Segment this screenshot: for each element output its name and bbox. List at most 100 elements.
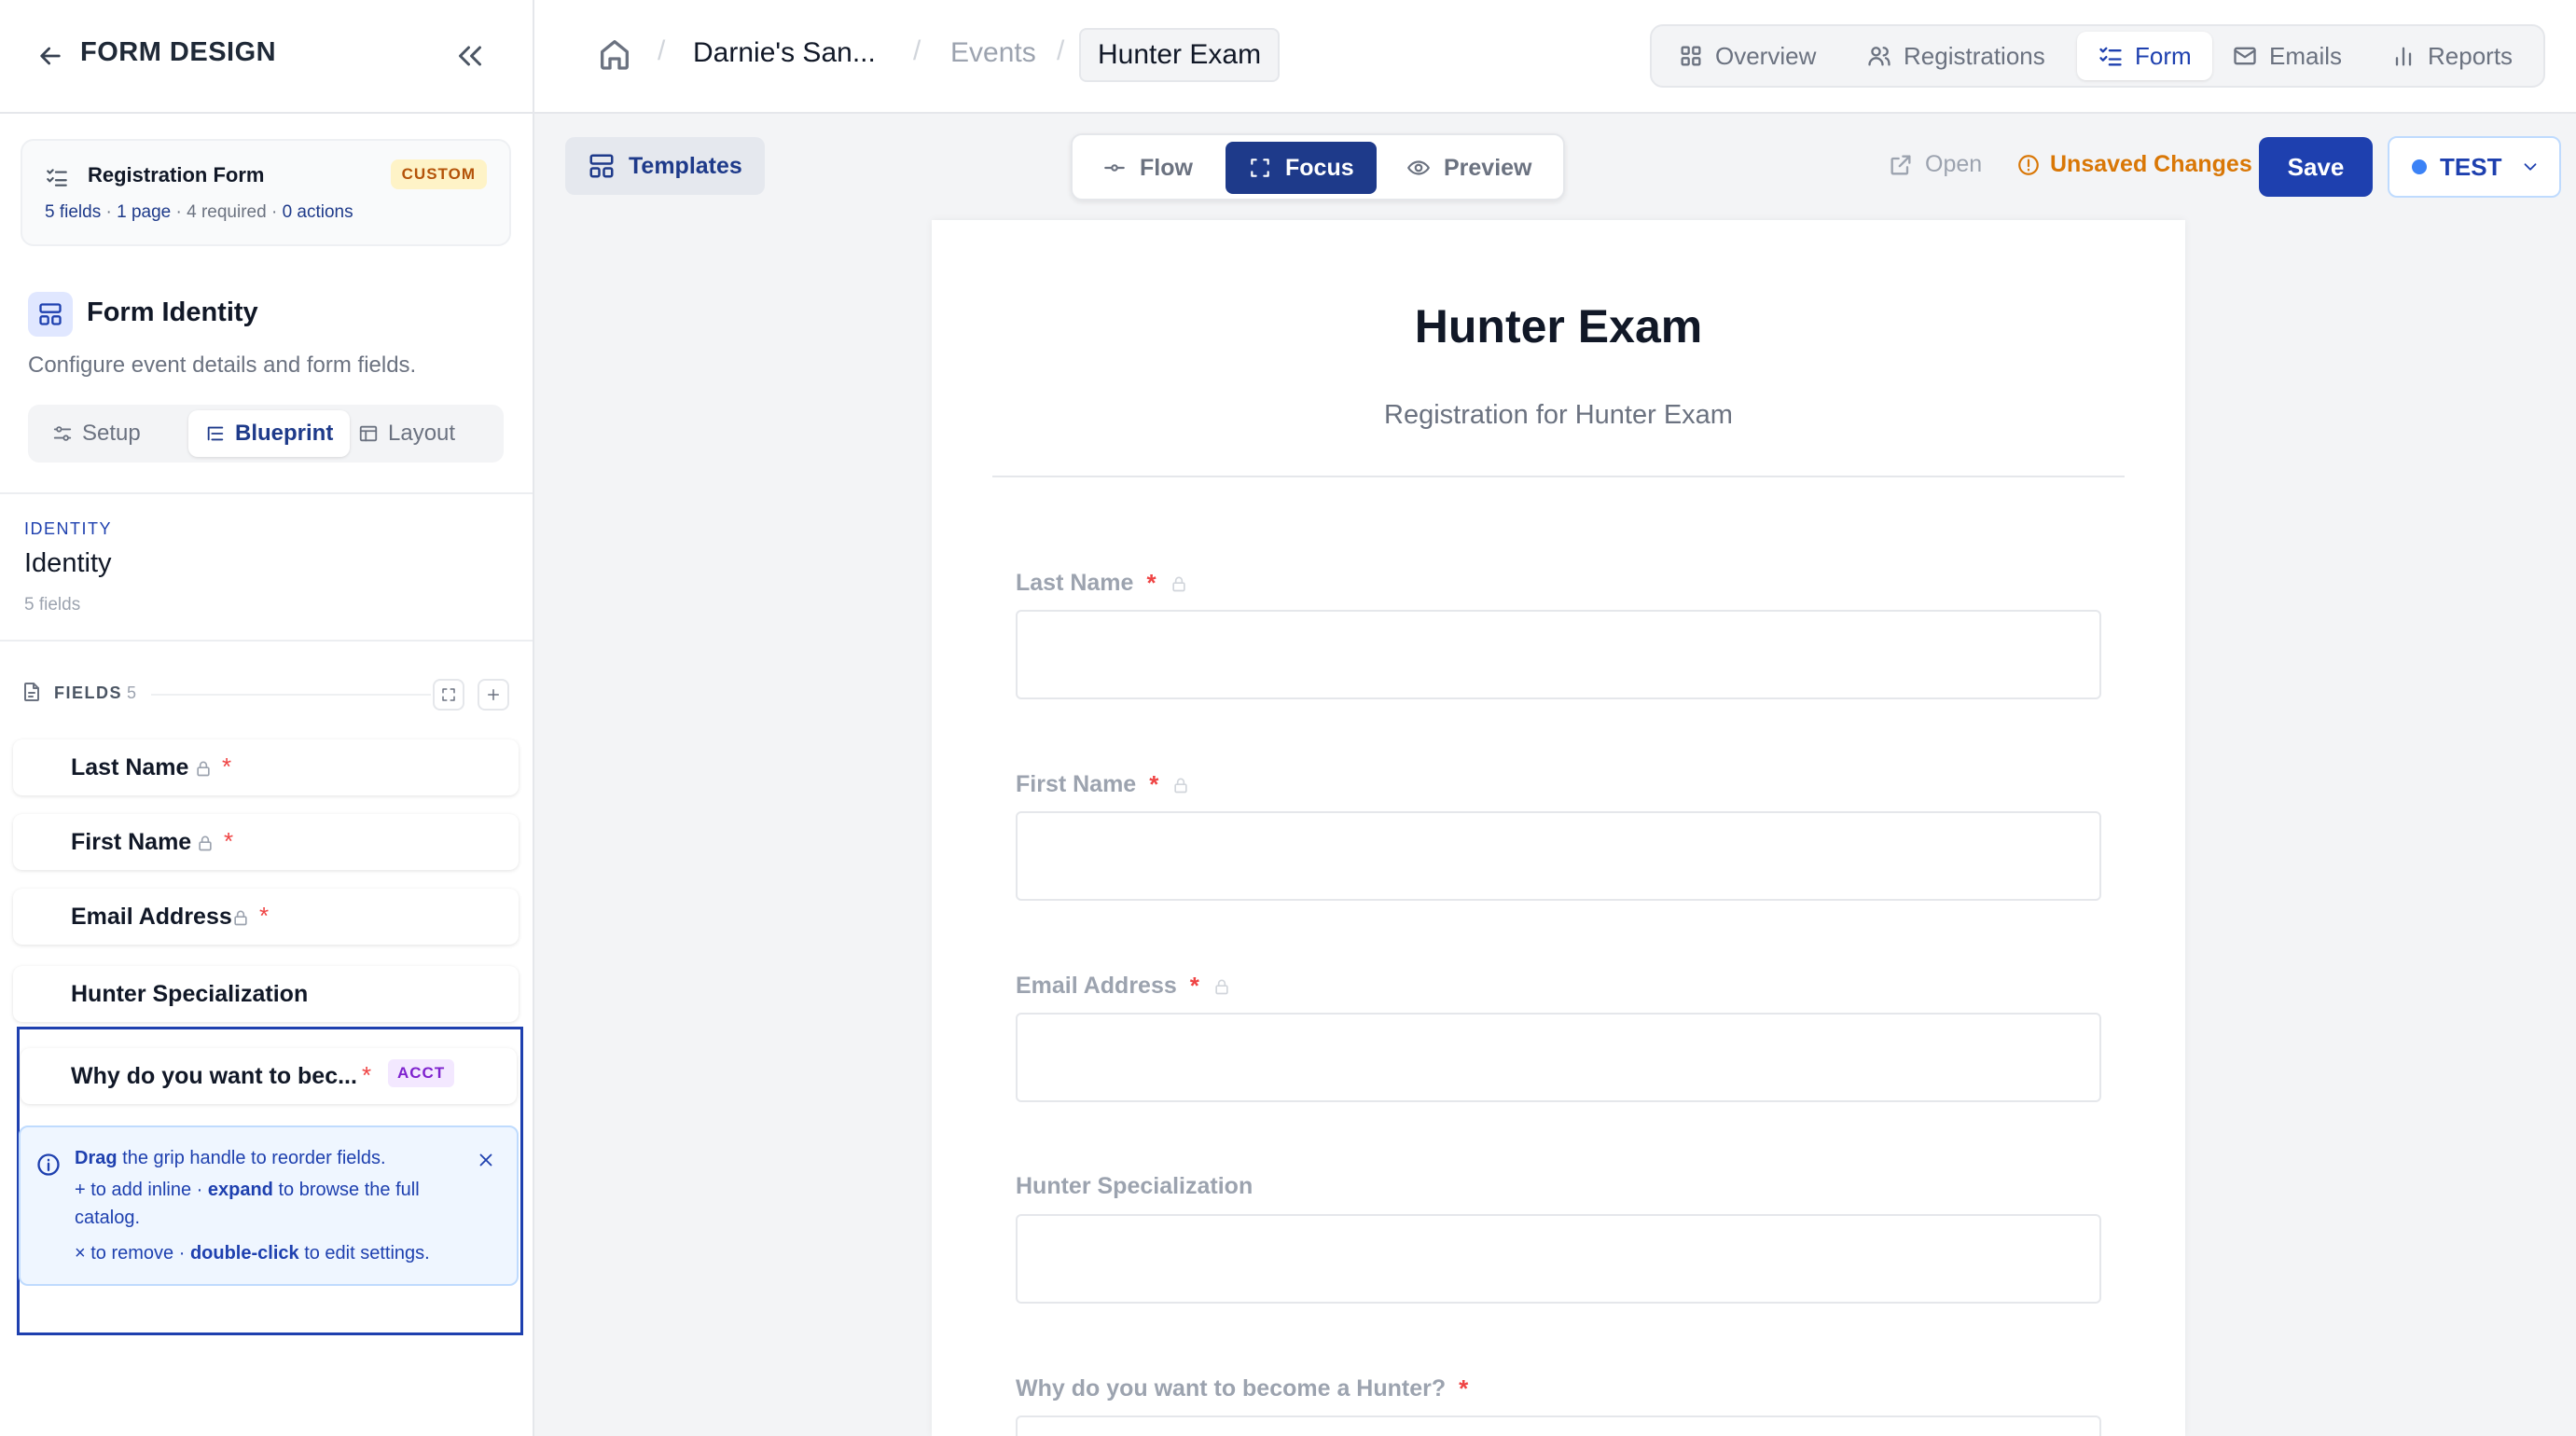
question-label-email: Email Address * — [1016, 972, 1231, 1001]
field-item-label: Last Name — [71, 754, 189, 780]
unsaved-label: Unsaved Changes — [2050, 151, 2252, 177]
fields-count-badge: 5 — [127, 683, 137, 702]
tab-blueprint-label: Blueprint — [235, 421, 334, 446]
environment-dropdown[interactable]: TEST — [2388, 136, 2561, 198]
tip-text: to edit settings. — [298, 1243, 430, 1263]
registration-form-name: Registration Form — [88, 163, 265, 186]
mode-flow[interactable]: Flow — [1080, 142, 1215, 194]
external-link-icon — [1888, 152, 1914, 178]
environment-label: TEST — [2440, 152, 2502, 181]
breadcrumb-organization[interactable]: Darnie's San... — [693, 37, 876, 69]
question-label-first-name: First Name * — [1016, 770, 1190, 799]
required-marker: * — [222, 753, 232, 780]
registration-form-meta: 5 fields · 1 page · 4 required · 0 actio… — [45, 202, 353, 223]
last-name-input[interactable] — [1016, 610, 2101, 699]
tab-reports[interactable]: Reports — [2370, 32, 2533, 80]
fields-count: 5 fields — [45, 202, 102, 222]
tab-registrations-label: Registrations — [1904, 41, 2045, 70]
lock-icon — [1212, 976, 1231, 997]
tip-text: × to remove · — [75, 1243, 190, 1263]
sidebar-title: FORM DESIGN — [80, 37, 277, 67]
save-button[interactable]: Save — [2259, 137, 2373, 197]
close-icon[interactable] — [476, 1150, 496, 1170]
pages-count: 1 page — [117, 202, 172, 222]
form-design-sidebar: FORM DESIGN Registration Form CUSTOM 5 f… — [0, 0, 534, 1436]
tab-emails[interactable]: Emails — [2211, 32, 2362, 80]
required-marker: * — [362, 1061, 372, 1089]
registration-form-card[interactable]: Registration Form CUSTOM 5 fields · 1 pa… — [21, 139, 511, 246]
templates-button[interactable]: Templates — [565, 137, 765, 195]
custom-badge: CUSTOM — [390, 159, 487, 189]
tab-overview-label: Overview — [1715, 41, 1817, 70]
layout-icon — [588, 152, 616, 180]
checklist-icon — [45, 165, 69, 189]
mode-preview[interactable]: Preview — [1384, 142, 1555, 194]
form-title[interactable]: Hunter Exam — [932, 299, 2185, 353]
actions-count: 0 actions — [282, 202, 353, 222]
tab-overview[interactable]: Overview — [1657, 32, 1836, 80]
info-icon — [35, 1152, 62, 1178]
fields-header-rule — [151, 694, 431, 696]
tab-registrations[interactable]: Registrations — [1846, 32, 2066, 80]
tab-blueprint[interactable]: Blueprint — [188, 410, 351, 457]
tab-setup[interactable]: Setup — [35, 410, 158, 457]
mail-icon — [2232, 43, 2258, 69]
field-item-email-address[interactable]: Email Address * — [13, 889, 519, 945]
bar-chart-icon — [2390, 43, 2417, 69]
question-label-text: Why do you want to become a Hunter? — [1016, 1375, 1447, 1401]
question-label-text: Email Address — [1016, 973, 1177, 999]
form-canvas: Hunter Exam Registration for Hunter Exam… — [932, 220, 2185, 1436]
tab-form-label: Form — [2135, 41, 2192, 70]
lock-icon — [1171, 775, 1190, 795]
templates-label: Templates — [629, 152, 742, 179]
fields-label: FIELDS — [54, 683, 123, 702]
required-marker: * — [259, 902, 270, 930]
field-item-label: Email Address — [71, 904, 232, 930]
users-icon — [1866, 43, 1892, 69]
tip-emphasis: Drag — [75, 1148, 118, 1168]
question-label-text: Last Name — [1016, 570, 1134, 596]
email-address-input[interactable] — [1016, 1013, 2101, 1102]
required-marker: * — [1189, 972, 1199, 1000]
required-marker: * — [1149, 770, 1159, 798]
expand-catalog-button[interactable] — [433, 679, 464, 711]
tab-layout[interactable]: Layout — [341, 410, 472, 457]
breadcrumb-events[interactable]: Events — [950, 37, 1036, 69]
status-dot — [2412, 159, 2427, 174]
mode-preview-label: Preview — [1444, 154, 1532, 181]
open-form-link[interactable]: Open — [1888, 151, 1982, 178]
top-bar: / Darnie's San... / Events / Hunter Exam… — [534, 0, 2576, 114]
back-arrow-icon[interactable] — [35, 41, 65, 71]
first-name-input[interactable] — [1016, 811, 2101, 901]
add-field-button[interactable] — [478, 679, 509, 711]
form-header-rule — [992, 476, 2125, 477]
section-tabs: Overview Registrations Form Emails Repor… — [1650, 24, 2545, 88]
hunter-specialization-input[interactable] — [1016, 1214, 2101, 1304]
field-item-first-name[interactable]: First Name * — [13, 814, 519, 870]
identity-field-count: 5 fields — [24, 595, 81, 614]
tab-form[interactable]: Form — [2077, 32, 2212, 80]
tip-text: the grip handle to reorder fields. — [117, 1148, 386, 1168]
sidebar-divider — [0, 492, 533, 494]
identity-kicker: IDENTITY — [24, 519, 113, 538]
tip-text: + to add inline · — [75, 1180, 208, 1200]
question-label-why-hunter: Why do you want to become a Hunter? * — [1016, 1374, 1468, 1403]
mode-focus[interactable]: Focus — [1226, 142, 1377, 194]
tab-emails-label: Emails — [2269, 41, 2343, 70]
form-subtitle[interactable]: Registration for Hunter Exam — [932, 400, 2185, 431]
breadcrumb-current: Hunter Exam — [1079, 28, 1281, 82]
alert-circle-icon — [2016, 153, 2041, 177]
field-item-why-hunter[interactable]: Why do you want to bec... * ACCT — [21, 1048, 517, 1104]
tip-line-remove: × to remove · double-click to edit setti… — [75, 1239, 466, 1267]
field-item-hunter-specialization[interactable]: Hunter Specialization — [13, 966, 519, 1022]
collapse-sidebar-icon[interactable] — [453, 39, 487, 73]
acct-badge: ACCT — [388, 1059, 455, 1087]
view-mode-switch: Flow Focus Preview — [1071, 133, 1565, 200]
field-item-last-name[interactable]: Last Name * — [13, 739, 519, 795]
file-icon — [21, 681, 43, 703]
sidebar-divider — [0, 640, 533, 642]
why-hunter-input[interactable] — [1016, 1415, 2101, 1436]
tab-setup-label: Setup — [82, 421, 141, 446]
field-item-label: Why do you want to bec... — [71, 1063, 357, 1089]
home-icon[interactable] — [596, 35, 633, 73]
